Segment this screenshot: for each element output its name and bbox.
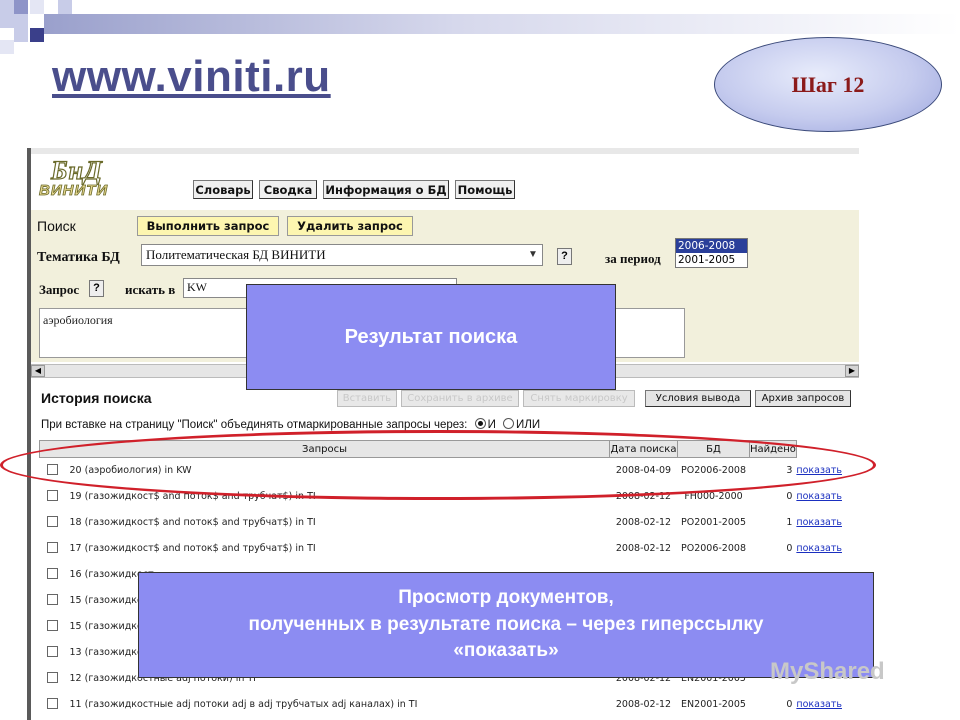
row-checkbox[interactable] xyxy=(47,567,58,579)
db-select[interactable]: Политематическая БД ВИНИТИ ▼ xyxy=(141,244,543,266)
row-found: 0 xyxy=(786,699,793,710)
delete-query-button[interactable]: Удалить запрос xyxy=(287,216,413,236)
menu-summary-button[interactable]: Сводка xyxy=(259,180,317,199)
step-badge: Шаг 12 xyxy=(714,37,942,132)
merge-options: При вставке на страницу "Поиск" объединя… xyxy=(41,418,540,431)
output-conditions-button[interactable]: Условия вывода xyxy=(645,390,751,407)
db-select-value: Политематическая БД ВИНИТИ xyxy=(146,247,326,262)
step-label: Шаг 12 xyxy=(791,71,865,97)
result-callout: Результат поиска xyxy=(246,284,616,390)
show-link[interactable]: показать xyxy=(796,517,842,528)
row-query: 11 (газожидкостные adj потоки adj в adj … xyxy=(69,699,418,710)
row-db: PO2001-2005 xyxy=(681,517,746,528)
row-found: 1 xyxy=(786,517,793,528)
search-in-label: искать в xyxy=(125,282,176,297)
insert-button[interactable]: Вставить xyxy=(337,390,397,407)
row-db: PO2006-2008 xyxy=(681,543,746,554)
result-callout-text: Результат поиска xyxy=(344,325,518,348)
period-option[interactable]: 2001-2005 xyxy=(676,253,747,267)
row-checkbox[interactable] xyxy=(47,593,58,605)
radio-and-label: И xyxy=(487,419,496,431)
top-gradient-bar xyxy=(44,14,960,34)
row-checkbox[interactable] xyxy=(47,541,58,553)
menu-help-button[interactable]: Помощь xyxy=(455,180,515,199)
query-label: Запрос xyxy=(39,282,80,297)
query-help-button[interactable]: ? xyxy=(89,280,104,297)
show-link[interactable]: показать xyxy=(796,699,842,710)
radio-and[interactable] xyxy=(474,418,486,429)
row-query: 18 (газожидкост$ and поток$ and трубчат$… xyxy=(69,517,316,528)
row-db: EN2001-2005 xyxy=(681,699,746,710)
menu-db-info-button[interactable]: Информация о БД xyxy=(323,180,449,199)
search-in-value: KW xyxy=(187,280,207,294)
menu-dictionary-button[interactable]: Словарь xyxy=(193,180,253,199)
row-checkbox[interactable] xyxy=(47,697,58,709)
history-title: История поиска xyxy=(41,390,152,406)
note-callout: Просмотр документов, полученных в резуль… xyxy=(138,572,874,678)
scroll-left-icon[interactable]: ◀ xyxy=(31,365,45,377)
row-checkbox[interactable] xyxy=(47,515,58,527)
row-date: 2008-02-12 xyxy=(615,543,672,554)
row-checkbox[interactable] xyxy=(47,645,58,657)
period-option[interactable]: 2006-2008 xyxy=(676,239,747,253)
table-row: 11 (газожидкостные adj потоки adj в adj … xyxy=(40,692,849,718)
run-query-button[interactable]: Выполнить запрос xyxy=(137,216,279,236)
logo-bottom-text: ВИНИТИ xyxy=(39,182,109,200)
site-title-link[interactable]: www.viniti.ru xyxy=(52,52,331,102)
unmark-button[interactable]: Снять маркировку xyxy=(523,390,635,407)
row-checkbox[interactable] xyxy=(47,671,58,683)
table-row: 18 (газожидкост$ and поток$ and трубчат$… xyxy=(40,510,849,536)
scroll-right-icon[interactable]: ▶ xyxy=(845,365,859,377)
note-line: Просмотр документов, xyxy=(398,587,614,609)
bnd-viniti-logo: БнД ВИНИТИ xyxy=(37,155,129,200)
show-link[interactable]: показать xyxy=(796,543,842,554)
app-header: БнД ВИНИТИ Словарь Сводка Информация о Б… xyxy=(31,154,859,214)
row-date: 2008-02-12 xyxy=(615,699,672,710)
search-heading: Поиск xyxy=(37,218,76,234)
query-text: аэробиология xyxy=(43,313,113,327)
row-date: 2008-02-12 xyxy=(615,517,672,528)
row-found: 0 xyxy=(786,543,793,554)
highlight-ellipse xyxy=(0,430,876,500)
show-link[interactable]: показать xyxy=(796,491,842,502)
row-query: 17 (газожидкост$ and поток$ and трубчат$… xyxy=(69,543,316,554)
row-checkbox[interactable] xyxy=(47,489,58,501)
db-help-button[interactable]: ? xyxy=(557,248,572,265)
note-line: «показать» xyxy=(453,640,559,662)
query-archive-button[interactable]: Архив запросов xyxy=(755,390,851,407)
radio-or[interactable] xyxy=(503,418,515,429)
period-listbox[interactable]: 2006-2008 2001-2005 xyxy=(675,238,748,268)
save-archive-button[interactable]: Сохранить в архиве xyxy=(401,390,519,407)
watermark: MyShared xyxy=(770,658,885,685)
radio-or-label: ИЛИ xyxy=(516,419,541,431)
chevron-down-icon: ▼ xyxy=(528,249,538,260)
row-checkbox[interactable] xyxy=(47,619,58,631)
period-label: за период xyxy=(605,251,661,266)
table-row: 17 (газожидкост$ and поток$ and трубчат$… xyxy=(40,536,849,562)
note-line: полученных в результате поиска – через г… xyxy=(248,613,764,635)
db-label: Тематика БД xyxy=(37,250,120,265)
